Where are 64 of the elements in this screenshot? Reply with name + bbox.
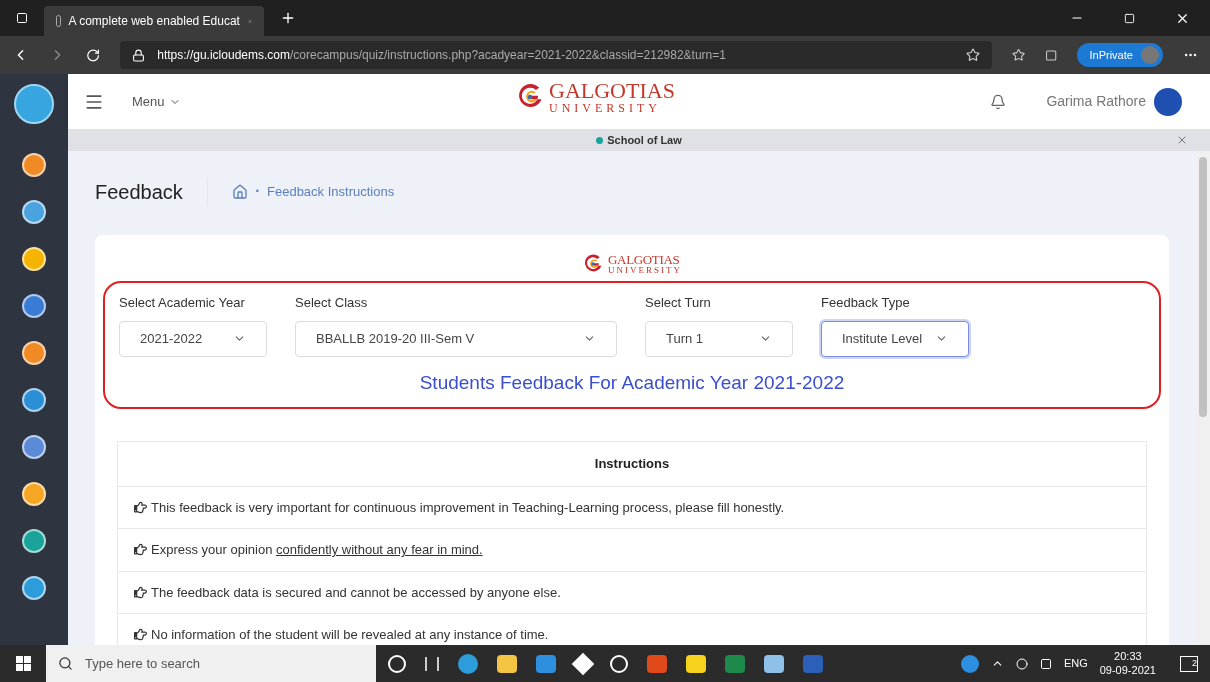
instruction-text: This feedback is very important for continuous improvement in Teaching-Learning process, please fill honestly. bbox=[151, 498, 785, 517]
clock[interactable]: 20:33 09-09-2021 bbox=[1099, 649, 1156, 678]
notification-icon[interactable] bbox=[990, 93, 1007, 110]
underlined-link[interactable]: confidently without any fear in mind. bbox=[276, 542, 483, 557]
lock-icon bbox=[132, 48, 146, 62]
module-icon[interactable] bbox=[22, 200, 46, 224]
language-indicator[interactable]: ENG bbox=[1063, 655, 1088, 672]
module-icon[interactable] bbox=[22, 341, 46, 365]
user-avatar-icon[interactable] bbox=[1154, 87, 1182, 116]
module-icon[interactable] bbox=[22, 576, 46, 600]
school-label: School of Law bbox=[607, 132, 682, 148]
taskbar-search-field[interactable]: Type here to search bbox=[46, 645, 376, 682]
module-icon[interactable] bbox=[22, 294, 46, 318]
logo-name: GALGOTIAS bbox=[608, 253, 681, 266]
module-icon[interactable] bbox=[22, 482, 46, 506]
table-header: Instructions bbox=[118, 442, 1146, 487]
dropdown-field[interactable]: BBALLB 2019-20 III-Sem V bbox=[295, 320, 617, 357]
tab-actions-icon[interactable] bbox=[16, 12, 28, 24]
avatar-icon bbox=[1140, 46, 1159, 64]
page-title: Feedback bbox=[95, 177, 208, 207]
module-icon[interactable] bbox=[22, 153, 46, 177]
pointing-hand-icon bbox=[134, 500, 147, 514]
module-icon[interactable] bbox=[22, 529, 46, 553]
tray-icon[interactable] bbox=[1015, 657, 1028, 670]
pointing-hand-icon bbox=[134, 543, 147, 557]
scrollbar[interactable] bbox=[1196, 151, 1210, 645]
instruction-text: The feedback data is secured and cannot be accessed by anyone else. bbox=[151, 583, 561, 602]
menu-button[interactable]: Menu bbox=[132, 91, 181, 112]
ring-icon[interactable] bbox=[610, 654, 628, 673]
field-label: Select Academic Year bbox=[119, 294, 246, 312]
user-name[interactable]: Garima Rathore bbox=[1046, 91, 1146, 112]
dropdown-field[interactable]: Institute Level bbox=[821, 320, 969, 357]
dropdown-field[interactable]: Turn 1 bbox=[645, 320, 793, 357]
field-label: Feedback Type bbox=[821, 294, 911, 312]
pointing-hand-icon bbox=[134, 585, 147, 599]
instruction-text: Express your opinion confidently without any fear in mind. bbox=[151, 541, 483, 559]
instruction-text: No information of the student will be revealed at any instance of time. bbox=[151, 626, 549, 644]
favorite-icon[interactable] bbox=[965, 48, 980, 62]
app-logo-icon[interactable] bbox=[14, 84, 54, 124]
logo-name: GALGOTIAS bbox=[549, 80, 675, 102]
pointing-hand-icon bbox=[134, 628, 147, 642]
browser-tab[interactable]: A complete web enabled Educat bbox=[44, 6, 264, 36]
module-icon[interactable] bbox=[22, 247, 46, 271]
breadcrumb-separator: • bbox=[255, 185, 259, 199]
collections-icon[interactable] bbox=[1045, 48, 1058, 62]
maximize-icon[interactable] bbox=[1124, 12, 1135, 24]
module-icon[interactable] bbox=[22, 388, 46, 412]
home-icon[interactable] bbox=[231, 184, 248, 200]
field-label: Select Turn bbox=[645, 294, 712, 312]
refresh-icon[interactable] bbox=[86, 47, 101, 63]
module-icon[interactable] bbox=[22, 435, 46, 459]
search-icon bbox=[58, 656, 73, 671]
new-tab-icon[interactable] bbox=[280, 10, 296, 26]
breadcrumb-link[interactable]: Feedback Instructions bbox=[267, 182, 395, 202]
task-view-icon[interactable] bbox=[425, 656, 439, 671]
favorites-icon[interactable] bbox=[1011, 48, 1026, 62]
dropdown-field[interactable]: 2021-2022 bbox=[119, 320, 267, 357]
logo-subtitle: UNIVERSITY bbox=[549, 102, 662, 114]
notification-badge[interactable]: 2 bbox=[1180, 655, 1198, 672]
logo-subtitle: UNIVERSITY bbox=[608, 266, 682, 275]
section-heading: Students Feedback For Academic Year 2021-2022 bbox=[418, 370, 846, 395]
field-label: Select Class bbox=[295, 294, 369, 312]
inprivate-badge[interactable]: InPrivate bbox=[1077, 43, 1163, 67]
address-bar[interactable]: https://gu.icloudems.com/corecampus/quiz/instructions.php?acadyear=2021-2022&classid=212982&turn=1 bbox=[120, 41, 992, 69]
